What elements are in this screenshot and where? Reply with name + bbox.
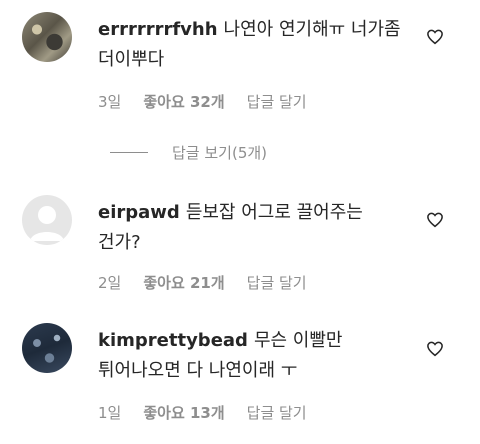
comment-likes[interactable]: 좋아요 21개: [143, 272, 224, 293]
comment-time: 3일: [98, 93, 122, 111]
reply-button[interactable]: 답글 달기: [247, 402, 307, 423]
comment-meta: 2일 좋아요 21개 답글 달기: [98, 272, 307, 293]
comment-username[interactable]: kimprettybead: [98, 330, 248, 351]
avatar[interactable]: [22, 195, 72, 245]
comment-time: 2일: [98, 274, 122, 292]
comment-time: 1일: [98, 404, 122, 422]
default-avatar-icon: [30, 206, 64, 241]
heart-icon[interactable]: [426, 211, 444, 229]
comment-likes[interactable]: 좋아요 13개: [143, 402, 224, 423]
view-replies-label[interactable]: 답글 보기(5개): [172, 142, 267, 163]
reply-button[interactable]: 답글 달기: [247, 91, 307, 112]
divider-line: [110, 152, 148, 153]
comment-meta: 1일 좋아요 13개 답글 달기: [98, 402, 307, 423]
heart-icon[interactable]: [426, 340, 444, 358]
avatar[interactable]: [22, 323, 72, 373]
avatar[interactable]: [22, 12, 72, 62]
comment-text: errrrrrrfvhh 나연아 연기해ㅠ 너가좀 더이뿌다: [98, 15, 410, 75]
comment-text: eirpawd 듣보잡 어그로 끌어주는 건가?: [98, 198, 410, 258]
comment-text: kimprettybead 무슨 이빨만 튀어나오면 다 나연이래 ㅜ: [98, 326, 410, 386]
reply-button[interactable]: 답글 달기: [247, 272, 307, 293]
comment-username[interactable]: eirpawd: [98, 202, 180, 223]
comment-username[interactable]: errrrrrrfvhh: [98, 19, 218, 40]
comment-likes[interactable]: 좋아요 32개: [143, 91, 224, 112]
heart-icon[interactable]: [426, 28, 444, 46]
view-replies-button[interactable]: 답글 보기(5개): [110, 142, 267, 163]
comment-meta: 3일 좋아요 32개 답글 달기: [98, 91, 307, 112]
